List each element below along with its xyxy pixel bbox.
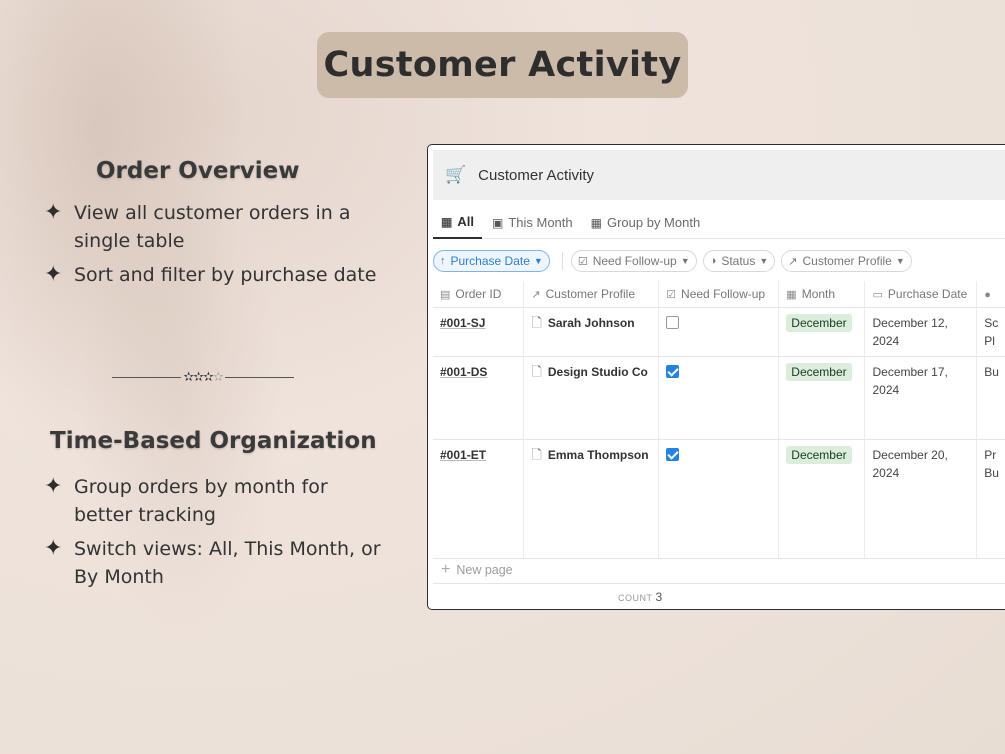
- page-icon: 🗋: [531, 363, 542, 379]
- customer-profile-link[interactable]: 🗋 Emma Thompson: [531, 446, 651, 464]
- bullet-item: ✦ View all customer orders in a single t…: [44, 199, 384, 255]
- bullet-text: Sort and filter by purchase date: [74, 264, 377, 286]
- calendar-grid-icon: ▦: [786, 288, 797, 301]
- customer-profile-link[interactable]: 🗋 Sarah Johnson: [531, 314, 651, 332]
- order-id[interactable]: #001-SJ: [440, 316, 485, 330]
- divider-line: [224, 376, 294, 378]
- follow-up-checkbox[interactable]: [666, 315, 680, 329]
- tab-all[interactable]: ▦ All: [433, 207, 482, 239]
- bullet-item: ✦ Switch views: All, This Month, or By M…: [44, 535, 384, 591]
- bullet-item: ✦ Group orders by month for better track…: [44, 473, 384, 529]
- month-tag: December: [786, 362, 852, 381]
- column-header-more[interactable]: ●: [976, 281, 1005, 308]
- view-tabs: ▦ All ▣ This Month ▦ Group by Month: [433, 207, 1005, 239]
- status-icon: ◑: [709, 255, 717, 267]
- month-tag: December: [786, 445, 852, 464]
- column-header-need-follow-up[interactable]: ☑ Need Follow-up: [658, 281, 780, 308]
- new-page-button[interactable]: + New page: [433, 556, 1005, 584]
- calendar-grid-icon: ▦: [590, 215, 602, 230]
- truncated-cell: Sc Pl: [984, 315, 999, 348]
- page-icon: 🗋: [531, 314, 542, 330]
- customer-profile-link[interactable]: 🗋 Design Studio Co: [531, 363, 651, 381]
- row-count: COUNT 3: [618, 590, 663, 604]
- database-header: 🛒 Customer Activity: [433, 150, 1005, 200]
- bullet-text: Switch views: All, This Month, or By Mon…: [74, 538, 381, 588]
- plus-icon: +: [441, 560, 451, 578]
- section-heading-order-overview: Order Overview: [96, 158, 300, 184]
- table-row[interactable]: #001-SJ 🗋 Sarah Johnson December December…: [433, 307, 1005, 357]
- filter-chip-need-follow-up[interactable]: ☑ Need Follow-up ▼: [570, 250, 697, 272]
- truncated-cell: Bu: [984, 364, 999, 379]
- page-icon: 🗋: [531, 446, 542, 462]
- filter-bar: ↑ Purchase Date ▼ ☑ Need Follow-up ▼ ◑ S…: [433, 249, 1005, 273]
- order-id[interactable]: #001-ET: [440, 448, 486, 462]
- id-card-icon: ▤: [440, 288, 451, 301]
- relation-arrow-icon: ↗: [531, 288, 541, 301]
- table-row[interactable]: #001-DS 🗋 Design Studio Co December Decem…: [433, 356, 1005, 440]
- purchase-date: December 17, 2024: [872, 364, 948, 397]
- relation-arrow-icon: ↗: [788, 255, 798, 268]
- bullet-text: View all customer orders in a single tab…: [74, 202, 351, 252]
- sparkle-icon: ✦: [44, 200, 63, 225]
- sparkle-icon: ✦: [44, 262, 63, 287]
- tab-group-by-month[interactable]: ▦ Group by Month: [583, 207, 709, 239]
- purchase-date: December 12, 2024: [872, 315, 948, 348]
- arrow-up-icon: ↑: [440, 255, 446, 267]
- order-id[interactable]: #001-DS: [440, 365, 487, 379]
- info-icon: ●: [984, 288, 991, 301]
- stars-icon: ✫✫✫✫: [183, 369, 224, 385]
- chevron-down-icon: ▼: [533, 256, 543, 266]
- title-banner: Customer Activity: [317, 32, 688, 98]
- chevron-down-icon: ▼: [680, 256, 690, 266]
- decorative-divider: ✫✫✫✫: [112, 367, 294, 387]
- checkbox-icon: ☑: [666, 288, 677, 301]
- calendar-icon: ▣: [491, 215, 504, 230]
- database-title[interactable]: Customer Activity: [478, 167, 594, 184]
- sparkle-icon: ✦: [44, 536, 63, 561]
- filter-chip-customer-profile[interactable]: ↗ Customer Profile ▼: [781, 250, 912, 272]
- follow-up-checkbox[interactable]: [666, 447, 680, 461]
- checkbox-icon: ☑: [577, 255, 588, 268]
- bullet-text: Group orders by month for better trackin…: [74, 476, 328, 526]
- app-window: 🛒 Customer Activity ▦ All ▣ This Month ▦…: [427, 144, 1005, 610]
- chevron-down-icon: ▼: [759, 256, 769, 266]
- column-header-customer-profile[interactable]: ↗ Customer Profile: [523, 281, 660, 308]
- column-header-purchase-date[interactable]: ▭ Purchase Date: [864, 281, 978, 308]
- tab-this-month[interactable]: ▣ This Month: [484, 207, 581, 239]
- filter-separator: [561, 252, 563, 270]
- month-tag: December: [786, 313, 852, 332]
- truncated-cell: Pr Bu: [984, 447, 999, 480]
- calendar-grid-icon: ▦: [441, 214, 453, 229]
- sort-chip-purchase-date[interactable]: ↑ Purchase Date ▼: [433, 250, 550, 272]
- purchase-date: December 20, 2024: [872, 447, 948, 480]
- orders-table: ▤ Order ID ↗ Customer Profile ☑ Need Follow…: [433, 281, 1005, 559]
- column-header-month[interactable]: ▦ Month: [778, 281, 866, 308]
- bullet-item: ✦ Sort and filter by purchase date: [44, 261, 384, 289]
- chevron-down-icon: ▼: [895, 256, 905, 266]
- table-row[interactable]: #001-ET 🗋 Emma Thompson December December…: [433, 439, 1005, 559]
- table-header-row: ▤ Order ID ↗ Customer Profile ☑ Need Follow…: [433, 281, 1005, 308]
- section-heading-time-based: Time-Based Organization: [50, 428, 377, 454]
- page-title: Customer Activity: [323, 45, 682, 85]
- shopping-cart-icon: 🛒: [445, 165, 467, 184]
- calendar-icon: ▭: [872, 288, 883, 301]
- sparkle-icon: ✦: [44, 474, 63, 499]
- follow-up-checkbox[interactable]: [666, 364, 680, 378]
- column-header-order-id[interactable]: ▤ Order ID: [433, 281, 525, 308]
- divider-line: [112, 376, 182, 378]
- filter-chip-status[interactable]: ◑ Status ▼: [702, 250, 776, 272]
